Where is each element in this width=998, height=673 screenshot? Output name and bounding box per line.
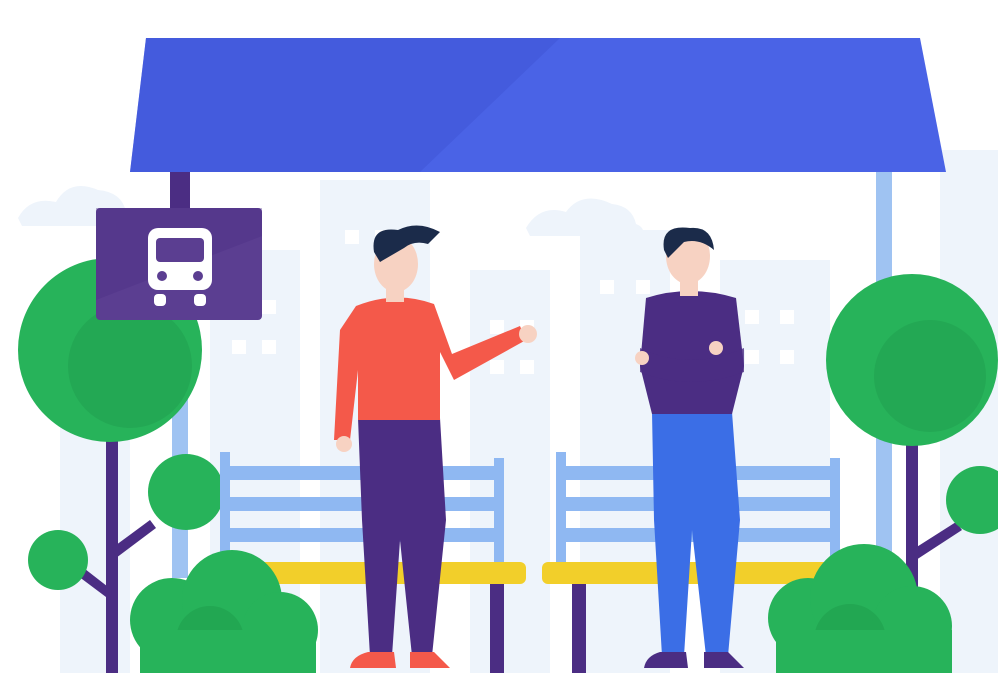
man-left-hand (519, 325, 537, 343)
bus-stop-illustration (18, 38, 998, 673)
shelter-roof (130, 38, 946, 172)
sign-post-top (170, 168, 190, 210)
bus-stop-sign (96, 208, 262, 320)
